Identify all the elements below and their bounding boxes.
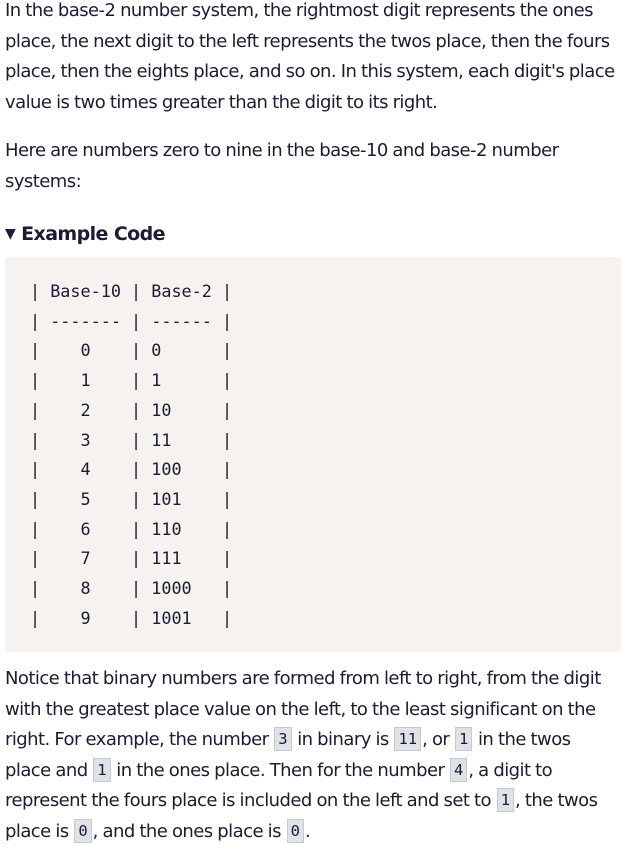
text-line: Notice that binary numbers are formed fr… bbox=[5, 668, 601, 689]
code-line: | 1 | 1 | bbox=[30, 370, 233, 391]
text-line: In the base-2 number system, the rightmo… bbox=[5, 0, 594, 21]
text-line: with the greatest place value on the lef… bbox=[5, 698, 596, 720]
text-line: represent the fours place is included on… bbox=[5, 786, 601, 817]
text-line: place, the next digit to the left repres… bbox=[5, 30, 610, 52]
inline-code: 1 bbox=[454, 727, 473, 751]
text-run: place and bbox=[5, 759, 93, 781]
text-run: in binary is bbox=[292, 729, 394, 750]
example-code-toggle[interactable]: ▼ Example Code bbox=[5, 219, 166, 251]
explanation-paragraph: Notice that binary numbers are formed fr… bbox=[5, 664, 601, 847]
disclosure-triangle-icon: ▼ bbox=[5, 226, 16, 242]
text-run: in the ones place. Then for the number bbox=[111, 759, 449, 781]
code-line: | 8 | 1000 | bbox=[30, 578, 233, 599]
text-line: Here are numbers zero to nine in the bas… bbox=[5, 140, 559, 161]
text-line: place, then the eights place, and so on.… bbox=[5, 61, 615, 82]
code-line: | 5 | 101 | bbox=[30, 488, 233, 509]
text-line: systems: bbox=[5, 170, 82, 192]
inline-code: 11 bbox=[394, 727, 422, 751]
inline-code: 3 bbox=[274, 727, 292, 751]
text-run: in the twos bbox=[473, 729, 571, 750]
code-line: | 0 | 0 | bbox=[30, 340, 233, 361]
text-run: . bbox=[304, 820, 311, 842]
code-content: | Base-10 | Base-2 | | ------- | ------ |… bbox=[30, 277, 232, 633]
intro-paragraph: In the base-2 number system, the rightmo… bbox=[5, 0, 615, 118]
code-line: | Base-10 | Base-2 | bbox=[30, 281, 233, 301]
text-line: right. For example, the number 3 in bina… bbox=[5, 725, 601, 756]
code-line: | ------- | ------ | bbox=[30, 310, 233, 331]
text-run: represent the fours place is included on… bbox=[5, 790, 496, 811]
code-line: | 3 | 11 | bbox=[30, 429, 233, 450]
text-line: place is 0, and the ones place is 0. bbox=[5, 817, 601, 848]
inline-code: 0 bbox=[74, 818, 92, 843]
text-run: right. For example, the number bbox=[5, 729, 274, 750]
details-summary-label: Example Code bbox=[21, 223, 165, 245]
text-line: place and 1 in the ones place. Then for … bbox=[5, 756, 601, 787]
lesson-page: In the base-2 number system, the rightmo… bbox=[0, 0, 627, 855]
code-block: | Base-10 | Base-2 | | ------- | ------ |… bbox=[5, 257, 621, 652]
inline-code: 1 bbox=[496, 788, 515, 812]
inline-code: 0 bbox=[286, 818, 304, 843]
inline-code: 4 bbox=[450, 757, 468, 782]
text-run: , or bbox=[422, 729, 454, 750]
code-line: | 6 | 110 | bbox=[30, 518, 233, 539]
text-run: , a digit to bbox=[468, 759, 553, 781]
text-run: , the twos bbox=[515, 790, 598, 811]
code-line: | 9 | 1001 | bbox=[30, 607, 233, 628]
list-intro-paragraph: Here are numbers zero to nine in the bas… bbox=[5, 136, 559, 197]
text-run: place is bbox=[5, 820, 74, 842]
text-line: value is two times greater than the digi… bbox=[5, 91, 438, 113]
code-line: | 4 | 100 | bbox=[30, 459, 233, 480]
text-run: , and the ones place is bbox=[92, 820, 286, 842]
code-line: | 2 | 10 | bbox=[30, 399, 233, 420]
inline-code: 1 bbox=[93, 757, 111, 782]
code-line: | 7 | 111 | bbox=[30, 548, 233, 569]
